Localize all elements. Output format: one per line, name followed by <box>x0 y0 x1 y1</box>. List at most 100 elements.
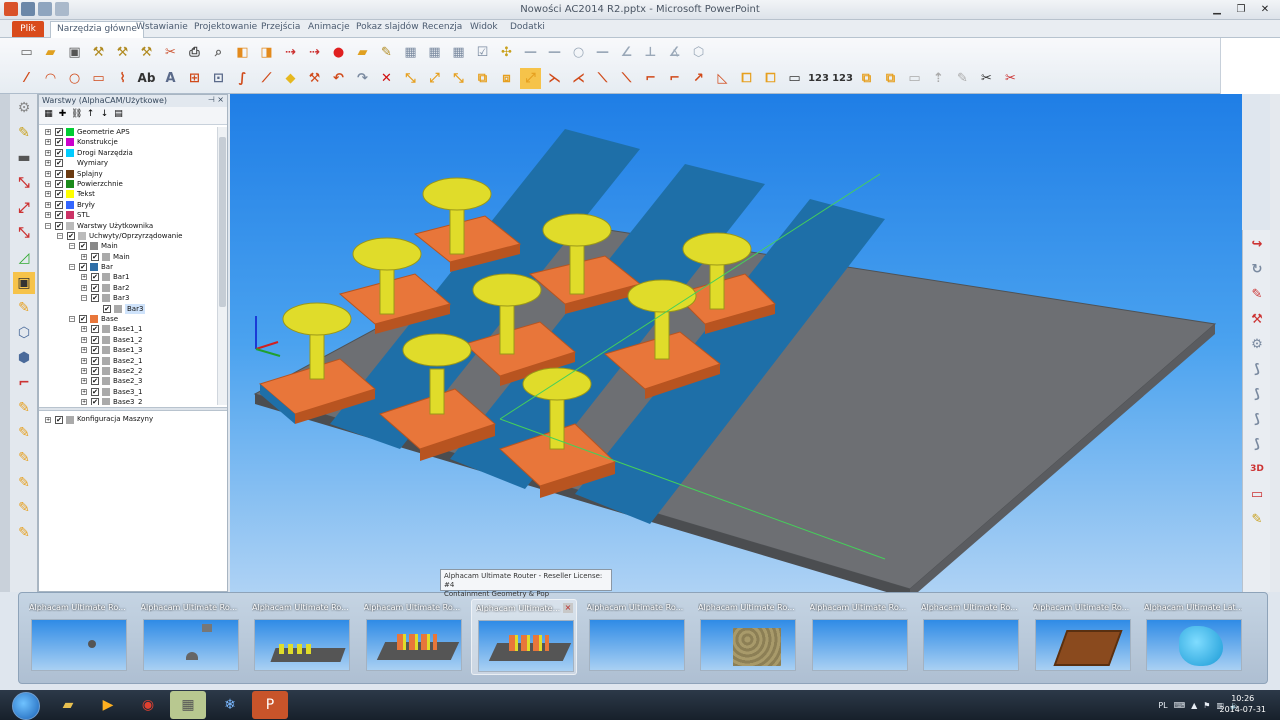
delete-icon[interactable]: ✕ <box>376 68 397 89</box>
layer-visibility-checkbox[interactable]: ✔ <box>55 179 63 188</box>
layer-color-swatch[interactable] <box>66 221 74 230</box>
alphacam-taskbar-icon[interactable]: ▦ <box>170 691 206 719</box>
layer-color-swatch[interactable] <box>90 263 98 272</box>
window-thumbnail[interactable]: Alphacam Ultimate Ro... <box>806 599 912 675</box>
angle-icon[interactable]: ∠ <box>616 42 637 63</box>
pin-icon[interactable]: ⊣ <box>208 95 215 104</box>
layer-color-swatch[interactable] <box>78 231 86 240</box>
expand-icon[interactable]: + <box>45 201 51 208</box>
tab-home[interactable]: Narzędzia główne <box>50 21 144 38</box>
fillet-icon[interactable]: ⌐ <box>640 68 661 89</box>
layer-visibility-checkbox[interactable]: ✔ <box>79 242 87 251</box>
layer-visibility-checkbox[interactable]: ✔ <box>55 128 63 136</box>
pencil-icon[interactable]: ✎ <box>1246 508 1268 530</box>
grid-icon[interactable]: ▦ <box>400 42 421 63</box>
number-icon[interactable]: 123 <box>808 68 829 89</box>
perp-icon[interactable]: ⊥ <box>640 42 661 63</box>
text-style-icon[interactable]: A <box>160 68 181 89</box>
sketch-icon[interactable]: ✎ <box>13 497 35 519</box>
pencil-icon[interactable]: ✎ <box>13 122 35 144</box>
grid-icon[interactable]: ▦ <box>43 109 54 120</box>
layer-visibility-checkbox[interactable]: ✔ <box>79 263 87 272</box>
layer-tree-row[interactable]: + ✔ Base2_3 <box>39 376 217 386</box>
right-scrollbar[interactable] <box>1270 94 1280 592</box>
keyboard-icon[interactable]: ⌨ <box>1174 701 1186 710</box>
layer-tree-row[interactable]: + ✔ Main <box>39 252 217 262</box>
layer-tree-row[interactable]: − ✔ Warstwy Użytkownika <box>39 221 217 231</box>
layer-visibility-checkbox[interactable]: ✔ <box>91 325 99 334</box>
cut-icon[interactable]: ✂ <box>1000 68 1021 89</box>
expand-icon[interactable]: + <box>81 399 87 405</box>
3d-icon[interactable]: 3D <box>1246 458 1268 480</box>
window-thumbnail[interactable]: Alphacam Ultimate Ro... <box>917 599 1023 675</box>
arc-icon[interactable]: ◠ <box>40 68 61 89</box>
layer-color-swatch[interactable] <box>66 138 74 147</box>
panel-close-icon[interactable]: × <box>217 95 224 104</box>
grid-icon[interactable]: ▦ <box>424 42 445 63</box>
layer-tree-row[interactable]: ✔ Bar3 <box>39 303 217 315</box>
tool-icon[interactable]: ⚒ <box>112 42 133 63</box>
gear-icon[interactable]: ⚙ <box>1246 333 1268 355</box>
layer-color-swatch[interactable] <box>66 148 74 157</box>
flag-icon[interactable]: ⚑ <box>1203 701 1210 710</box>
chamfer-icon[interactable]: ⌐ <box>664 68 685 89</box>
tool-icon[interactable]: ⚒ <box>136 42 157 63</box>
layer-tree-row[interactable]: + ✔ Base1_1 <box>39 324 217 334</box>
drill-icon[interactable]: ⟆ <box>1246 383 1268 405</box>
layer-icon[interactable]: ▣ <box>13 272 35 294</box>
bar-icon[interactable]: ▬ <box>13 147 35 169</box>
cut-icon[interactable]: ✂ <box>976 68 997 89</box>
layer-tree-row[interactable]: + ✔ Splajny <box>39 169 217 179</box>
extend-icon[interactable]: ⟍ <box>616 68 637 89</box>
expand-icon[interactable]: + <box>45 149 51 156</box>
folder-icon[interactable]: ▰ <box>352 42 373 63</box>
layer-color-swatch[interactable] <box>66 169 74 178</box>
window-thumbnail[interactable]: Alphacam Ultimate Ro... <box>694 599 800 675</box>
layer-visibility-checkbox[interactable]: ✔ <box>91 387 99 396</box>
machining-icon[interactable]: ⚒ <box>1246 308 1268 330</box>
window-thumbnail[interactable]: Alphacam Ultimate Lat... <box>1140 599 1246 675</box>
link-icon[interactable]: ⛓ <box>71 109 82 120</box>
tab-slideshow[interactable]: Pokaz slajdów <box>356 22 419 32</box>
sketch-icon[interactable]: ✎ <box>13 397 35 419</box>
window-thumbnail[interactable]: Alphacam Ultimate Ro... <box>1029 599 1135 675</box>
layer-tree-row[interactable]: + ✔ Drogi Narzędzia <box>39 148 217 158</box>
layer-visibility-checkbox[interactable]: ✔ <box>91 398 99 405</box>
3d-viewport[interactable] <box>230 94 1242 592</box>
layer-visibility-checkbox[interactable]: ✔ <box>55 159 63 168</box>
line-icon[interactable]: — <box>520 42 541 63</box>
array-icon[interactable]: ⧉ <box>856 68 877 89</box>
layer-color-swatch[interactable] <box>90 242 98 251</box>
expand-icon[interactable]: + <box>81 378 87 385</box>
edit-path-icon[interactable]: ⟋ <box>256 68 277 89</box>
arrow-icon[interactable]: ⇢ <box>304 42 325 63</box>
corner-icon[interactable]: ⌐ <box>13 372 35 394</box>
snap-icon[interactable]: ✣ <box>496 42 517 63</box>
trim-icon[interactable]: ⋋ <box>544 68 565 89</box>
layer-visibility-checkbox[interactable]: ✔ <box>103 304 111 313</box>
cube-icon[interactable]: ⬡ <box>13 322 35 344</box>
expand-icon[interactable]: − <box>69 243 75 250</box>
maximize-button[interactable]: ❐ <box>1230 2 1252 17</box>
layer-color-swatch[interactable] <box>102 377 110 386</box>
sketch-icon[interactable]: ✎ <box>13 447 35 469</box>
expand-icon[interactable]: + <box>81 253 87 260</box>
expand-icon[interactable]: + <box>45 212 51 219</box>
text-icon[interactable]: Ab <box>136 68 157 89</box>
expand-icon[interactable]: + <box>81 347 87 354</box>
open-folder-icon[interactable]: ▰ <box>40 42 61 63</box>
grid-icon[interactable]: ▦ <box>448 42 469 63</box>
transform-icon[interactable]: ⤡ <box>448 68 469 89</box>
layer-visibility-checkbox[interactable]: ✔ <box>67 231 75 240</box>
layer-visibility-checkbox[interactable]: ✔ <box>55 221 63 230</box>
line-icon[interactable]: — <box>592 42 613 63</box>
tab-transitions[interactable]: Przejścia <box>261 22 300 32</box>
paint-icon[interactable]: ✎ <box>13 297 35 319</box>
measure-icon[interactable]: ⤡ <box>13 222 35 244</box>
layer-tree-row[interactable]: − ✔ Bar3 <box>39 293 217 303</box>
layer-color-swatch[interactable] <box>102 325 110 334</box>
layer-tree-row[interactable]: + ✔ Base2_1 <box>39 356 217 366</box>
expand-icon[interactable]: + <box>81 284 87 291</box>
panel-splitter[interactable] <box>39 407 227 411</box>
layer-visibility-checkbox[interactable]: ✔ <box>91 377 99 386</box>
